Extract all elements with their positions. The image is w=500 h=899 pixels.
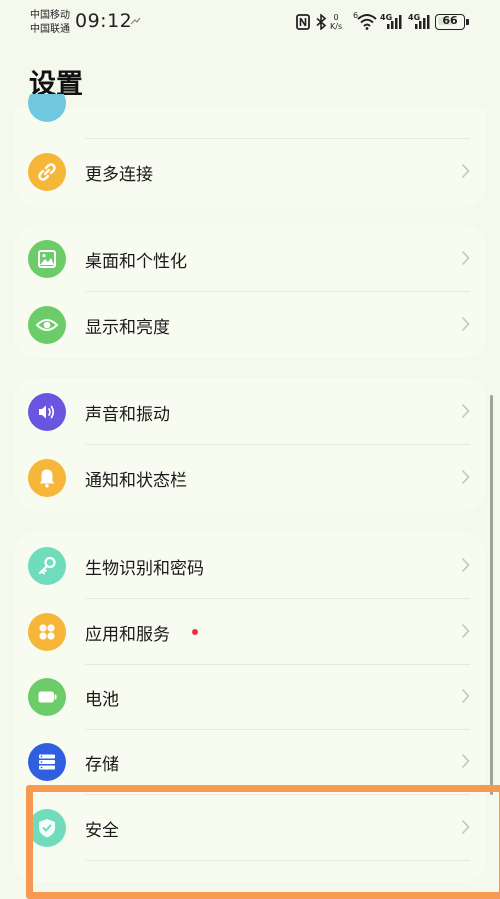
connections-card: 更多连接 (14, 94, 486, 207)
chevron-right-icon (461, 623, 470, 639)
menu-item-label: 桌面和个性化 (85, 252, 187, 272)
menu-item-desktop-personalization[interactable]: 桌面和个性化 (14, 226, 486, 292)
key-icon (28, 547, 66, 585)
clock: 09:12 (75, 10, 133, 32)
eye-icon (28, 306, 66, 344)
speed-unit: K/s (330, 22, 343, 31)
carrier-2: 中国联通 (30, 24, 70, 35)
data-arrows-icon (130, 17, 141, 25)
highlight-box (26, 785, 500, 899)
image-icon (28, 240, 66, 278)
menu-item-more-connections[interactable]: 更多连接 (14, 139, 486, 205)
notification-badge (192, 629, 198, 635)
menu-item-label: 声音和振动 (85, 405, 170, 425)
signal-icon (387, 15, 402, 29)
signal-icon (415, 15, 430, 29)
chevron-right-icon (461, 753, 470, 769)
chevron-right-icon (461, 403, 470, 419)
battery-tip (466, 19, 469, 25)
menu-item-label: 电池 (85, 690, 119, 710)
menu-item-label: 通知和状态栏 (85, 471, 187, 491)
menu-item-biometrics-password[interactable]: 生物识别和密码 (14, 533, 486, 599)
carrier-info: 中国移动 中国联通 (30, 9, 70, 37)
display-card: 桌面和个性化 显示和亮度 (14, 225, 486, 358)
menu-item-notification-statusbar[interactable]: 通知和状态栏 (14, 445, 486, 511)
apps-grid-icon (28, 613, 66, 651)
chevron-right-icon (461, 250, 470, 266)
chevron-right-icon (461, 316, 470, 332)
chevron-right-icon (461, 688, 470, 704)
nfc-icon (296, 14, 310, 30)
menu-item-apps-services[interactable]: 应用和服务 (14, 599, 486, 665)
chevron-right-icon (461, 557, 470, 573)
partial-item-icon (28, 94, 66, 122)
wifi-icon (357, 14, 377, 30)
chevron-right-icon (461, 469, 470, 485)
scrollbar[interactable] (490, 395, 493, 795)
chevron-right-icon (461, 163, 470, 179)
menu-item-label: 显示和亮度 (85, 318, 170, 338)
link-icon (28, 153, 66, 191)
battery-indicator: 66 (435, 14, 465, 30)
status-bar: 中国移动 中国联通 09:12 0 K/s 6 4G 4G 66 (0, 0, 500, 48)
menu-item-display-brightness[interactable]: 显示和亮度 (14, 292, 486, 358)
menu-item-label: 生物识别和密码 (85, 559, 204, 579)
speed-value: 0 (333, 13, 339, 22)
network-speed: 0 K/s (330, 13, 342, 31)
battery-level: 66 (442, 14, 458, 27)
menu-item-label: 更多连接 (85, 165, 153, 185)
bluetooth-icon (316, 14, 327, 30)
battery-icon (28, 678, 66, 716)
carrier-1: 中国移动 (30, 10, 70, 21)
menu-item-label: 存储 (85, 755, 119, 775)
menu-item-label: 应用和服务 (85, 625, 170, 645)
storage-icon (28, 743, 66, 781)
menu-item-sound-vibration[interactable]: 声音和振动 (14, 379, 486, 445)
speaker-icon (28, 393, 66, 431)
sound-notification-card: 声音和振动 通知和状态栏 (14, 378, 486, 511)
menu-item-battery[interactable]: 电池 (14, 664, 486, 730)
bell-icon (28, 459, 66, 497)
